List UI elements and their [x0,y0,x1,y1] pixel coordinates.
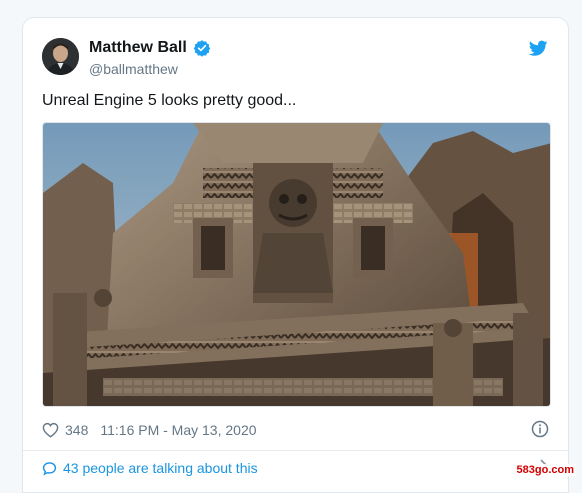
tweet-timestamp[interactable]: 11:16 PM - May 13, 2020 [100,422,256,438]
conversation-link[interactable]: 43 people are talking about this [42,458,549,478]
tweet-text: Unreal Engine 5 looks pretty good... [42,92,297,109]
tweet-card: Matthew Ball @ballmatthew Unreal Engine … [22,17,569,493]
verified-badge-icon [193,40,211,57]
avatar-photo [42,38,79,75]
like-count: 348 [65,422,89,438]
author-name-row: Matthew Ball [89,39,211,57]
tweet-media-image[interactable] [42,122,551,407]
like-button[interactable]: 348 [42,422,100,438]
author-name[interactable]: Matthew Ball [89,39,187,57]
info-icon[interactable] [531,420,549,438]
twitter-bird-icon[interactable] [529,40,548,57]
heart-icon [42,422,59,438]
tweet-meta-row: 348 11:16 PM - May 13, 2020 [42,420,549,440]
divider [23,450,568,451]
temple-render-image [43,123,550,406]
conversation-label: 43 people are talking about this [63,460,258,476]
avatar[interactable] [42,38,79,75]
watermark: 583go.com [514,464,576,476]
speech-bubble-icon [42,461,57,475]
author-handle[interactable]: @ballmatthew [89,61,178,77]
